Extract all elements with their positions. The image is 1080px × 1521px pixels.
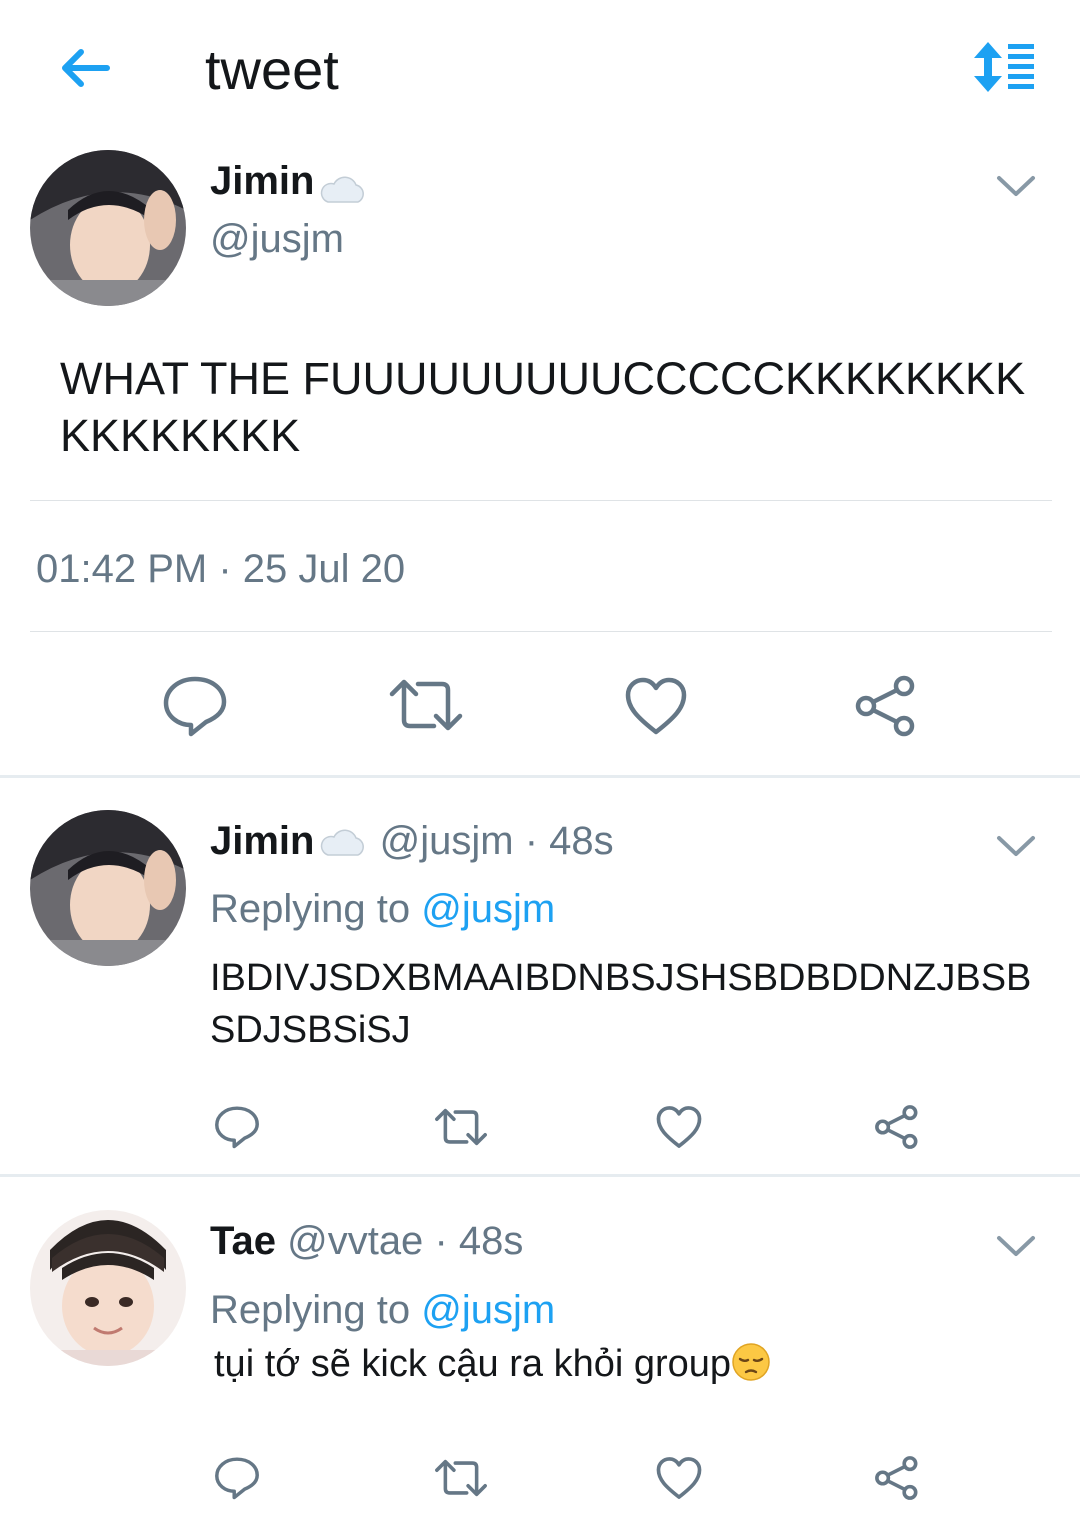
reply-icon[interactable] xyxy=(162,674,228,738)
avatar[interactable] xyxy=(30,1210,186,1366)
reply-icon[interactable] xyxy=(214,1104,260,1150)
avatar[interactable] xyxy=(30,150,186,306)
section-divider xyxy=(0,1174,1080,1177)
cloud-icon xyxy=(321,176,365,203)
replying-to: Replying to @jusjm xyxy=(210,1287,555,1333)
tweet-date: 25 Jul 20 xyxy=(242,547,406,591)
avatar[interactable] xyxy=(30,810,186,966)
share-icon[interactable] xyxy=(874,1104,920,1150)
tweet-timestamp: 01:42 PM · 25 Jul 20 xyxy=(36,546,405,592)
meta-separator: · xyxy=(434,1219,448,1263)
cloud-icon xyxy=(321,829,365,857)
handle[interactable]: @jusjm xyxy=(210,216,344,262)
divider xyxy=(30,500,1052,501)
reply-icon[interactable] xyxy=(214,1455,260,1501)
retweet-icon[interactable] xyxy=(388,676,464,734)
tweet-text: WHAT THE FUUUUUUUUUCCCCCKKKKKKKKKKKKKKKK xyxy=(60,353,1026,461)
replying-handle-link[interactable]: @jusjm xyxy=(421,1288,555,1332)
display-name[interactable]: Jimin xyxy=(210,819,314,863)
chevron-down-icon[interactable] xyxy=(996,834,1036,858)
reply-header: Tae @vvtae · 48s xyxy=(210,1218,523,1264)
like-heart-icon[interactable] xyxy=(624,676,688,736)
reply-age: 48s xyxy=(549,819,614,863)
like-heart-icon[interactable] xyxy=(655,1456,703,1500)
chevron-down-icon[interactable] xyxy=(996,174,1036,198)
display-name[interactable]: Jimin xyxy=(210,159,314,203)
reply-header: Jimin @jusjm · 48s xyxy=(210,818,614,864)
divider xyxy=(30,631,1052,632)
reply-text: tụi tớ sẽ kick cậu ra khỏi group xyxy=(214,1338,1054,1390)
replying-prefix: Replying to xyxy=(210,1288,411,1332)
share-icon[interactable] xyxy=(854,674,918,738)
chevron-down-icon[interactable] xyxy=(996,1234,1036,1258)
replying-handle-link[interactable]: @jusjm xyxy=(421,887,555,931)
share-icon[interactable] xyxy=(874,1455,920,1501)
retweet-icon[interactable] xyxy=(434,1106,488,1148)
pensive-face-emoji xyxy=(732,1343,770,1381)
replying-prefix: Replying to xyxy=(210,887,411,931)
section-divider xyxy=(0,775,1080,778)
reply-text-content: tụi tớ sẽ kick cậu ra khỏi group xyxy=(214,1343,732,1385)
handle[interactable]: @vvtae xyxy=(287,1219,423,1263)
retweet-icon[interactable] xyxy=(434,1457,488,1499)
reply-age: 48s xyxy=(458,1219,524,1263)
page-title: tweet xyxy=(205,38,339,101)
handle[interactable]: @jusjm xyxy=(380,819,514,863)
back-arrow-icon[interactable] xyxy=(55,40,115,96)
sort-list-icon[interactable] xyxy=(970,40,1036,94)
author-name-line: Jimin xyxy=(210,158,368,204)
display-name[interactable]: Tae xyxy=(210,1219,276,1263)
meta-separator: · xyxy=(524,819,539,863)
replying-to: Replying to @jusjm xyxy=(210,886,555,932)
reply-text: IBDIVJSDXBMAAIBDNBSJSHSBDBDDNZJBSBSDJSBS… xyxy=(210,957,1032,1051)
tweet-time: 01:42 PM xyxy=(36,547,208,591)
like-heart-icon[interactable] xyxy=(655,1105,703,1149)
meta-separator: · xyxy=(218,547,232,591)
